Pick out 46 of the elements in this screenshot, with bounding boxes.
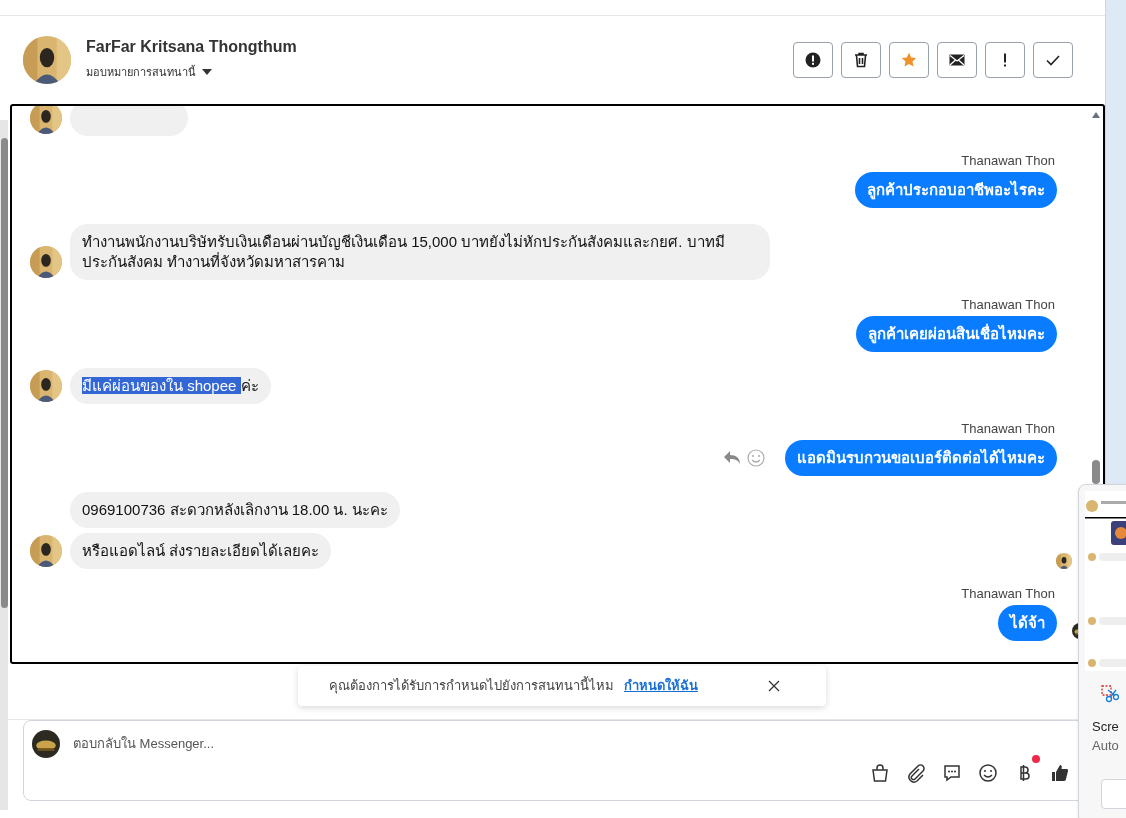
smile-button[interactable]: [978, 763, 998, 783]
sender-name: Thanawan Thon: [961, 420, 1056, 438]
reply-icon[interactable]: [723, 450, 741, 466]
scissors-icon: [1101, 685, 1119, 703]
message-bubble: มีแค่ผ่อนของใน shopee ค่ะ: [70, 368, 271, 404]
emoji-icon: [978, 763, 998, 783]
chat-button[interactable]: [942, 763, 962, 783]
caret-icon: [202, 69, 212, 76]
message-bubble: ลูกค้าประกอบอาชีพอะไรคะ: [855, 172, 1057, 208]
like-button[interactable]: [1050, 763, 1070, 783]
trash-button[interactable]: [841, 42, 881, 78]
paperclip-icon: [906, 763, 926, 783]
message-bubble: ลูกค้าเคยผ่อนสินเชื่อไหมคะ: [856, 316, 1057, 352]
contact-name: FarFar Kritsana Thongthum: [86, 37, 297, 57]
spam-button[interactable]: [793, 42, 833, 78]
assign-dropdown[interactable]: มอบหมายการสนทนานี้: [86, 64, 297, 81]
clip-button[interactable]: [906, 763, 926, 783]
popup-subtitle: Auto: [1092, 737, 1119, 755]
page-avatar: [32, 730, 60, 758]
message-bubble: หรือแอดไลน์ ส่งรายละเอียดได้เลยคะ: [70, 533, 332, 569]
popup-title: Scre: [1092, 718, 1119, 736]
close-icon[interactable]: [768, 680, 780, 692]
reply-input[interactable]: ตอบกลับใน Messenger...: [73, 734, 673, 754]
sender-name: Thanawan Thon: [961, 152, 1056, 170]
message-bubble: 0969100736 สะดวกหลังเลิกงาน 18.00 น. นะคะ: [70, 492, 400, 528]
page-scrollbar[interactable]: [0, 120, 8, 810]
spam-icon: [805, 52, 821, 68]
chat-icon: [942, 763, 962, 783]
message-bubble: ได้จ้า: [998, 605, 1057, 641]
sender-name: Thanawan Thon: [961, 296, 1056, 314]
exclamation-button[interactable]: [985, 42, 1025, 78]
avatar: [23, 36, 71, 84]
assign-link[interactable]: กำหนดให้ฉัน: [624, 676, 698, 696]
check-button[interactable]: [1033, 42, 1073, 78]
notice-text: คุณต้องการได้รับการกำหนดไปยังการสนทนานี้ไหม: [329, 676, 614, 696]
message-bubble: แอดมินรบกวนขอเบอร์ติดต่อได้ไหมคะ: [785, 440, 1057, 476]
message-bubble: ทำงานพนักงานบริษัทรับเงินเดือนผ่านบัญชีเงินเดือน 15,000 บาทยังไม่หักประกันสังคมและกยศ. บาทมี ประกันสังคม ทำงานที่จังหวัดมหาสารคาม: [70, 224, 770, 280]
star-button[interactable]: [889, 42, 929, 78]
bag-icon: [870, 763, 890, 783]
mail-button[interactable]: [937, 42, 977, 78]
sender-name: Thanawan Thon: [961, 585, 1056, 603]
thumbs-up-icon: [1050, 763, 1070, 783]
bag-button[interactable]: [870, 763, 890, 783]
trash-icon: [853, 52, 869, 68]
star-icon: [901, 52, 917, 68]
mail-icon: [949, 52, 965, 68]
